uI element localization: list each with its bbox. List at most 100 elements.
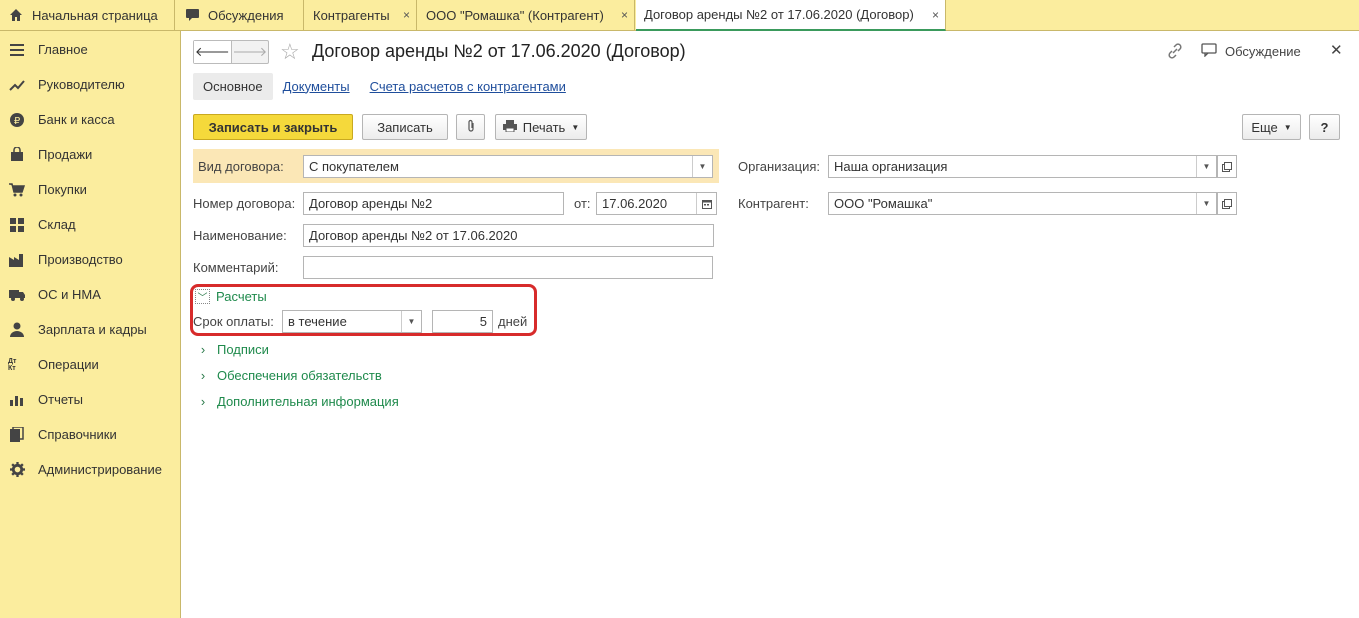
chevron-right-icon: › [200,394,206,409]
number-field[interactable]: Договор аренды №2 [303,192,564,215]
chat-icon [1201,43,1217,60]
organization-value: Наша организация [834,159,948,174]
ruble-icon: ₽ [8,111,26,129]
back-button[interactable]: 🡐 [194,41,232,63]
tab-label: Контрагенты [313,7,390,23]
chevron-down-icon: ▼ [571,122,580,132]
sidebar-item-label: Зарплата и кадры [38,322,147,337]
close-icon[interactable]: × [403,8,410,22]
close-icon[interactable]: ✕ [1330,41,1343,59]
tab-label: ООО "Ромашка" (Контрагент) [426,7,604,23]
chevron-right-icon: › [200,368,206,383]
chevron-down-icon[interactable]: ▼ [692,156,712,177]
contract-type-label: Вид договора: [198,159,284,174]
group-label: Расчеты [216,289,267,304]
arrow-right-icon: 🡒 [232,44,268,59]
open-icon[interactable] [1217,155,1237,178]
group-label: Обеспечения обязательств [217,368,382,383]
sidebar-item-directories[interactable]: Справочники [0,417,180,452]
calendar-icon[interactable] [696,193,716,214]
sidebar-item-label: Операции [38,357,99,372]
tab-label: Обсуждения [208,7,284,23]
help-button[interactable]: ? [1309,114,1340,140]
tab-romashka[interactable]: ООО "Ромашка" (Контрагент) × [418,0,635,30]
page-title: Договор аренды №2 от 17.06.2020 (Договор… [312,41,686,61]
name-field[interactable]: Договор аренды №2 от 17.06.2020 [303,224,714,247]
sidebar-item-sales[interactable]: Продажи [0,137,180,172]
tab-discussions[interactable]: Обсуждения [176,0,304,30]
number-label: Номер договора: [193,196,296,211]
group-additional-info[interactable]: › Дополнительная информация [195,394,399,409]
term-mode-value: в течение [288,314,347,329]
sidebar-item-production[interactable]: Производство [0,242,180,277]
tab-home[interactable]: Начальная страница [0,0,175,30]
sidebar-item-bank[interactable]: ₽ Банк и касса [0,102,180,137]
chevron-down-icon[interactable]: ▼ [1196,156,1216,177]
chat-icon [184,7,200,23]
link-icon[interactable] [1167,43,1183,62]
counterparty-value: ООО "Ромашка" [834,196,933,211]
discuss-label: Обсуждение [1225,44,1301,59]
sidebar-item-main[interactable]: Главное [0,32,180,67]
comment-label: Комментарий: [193,260,279,275]
save-button[interactable]: Записать [362,114,448,140]
counterparty-label: Контрагент: [738,196,809,211]
date-label: от: [574,196,591,211]
tab-main[interactable]: Основное [193,72,273,100]
close-icon[interactable]: × [621,8,628,22]
term-mode-field[interactable]: в течение ▼ [282,310,422,333]
sidebar-item-warehouse[interactable]: Склад [0,207,180,242]
date-value: 17.06.2020 [602,196,668,211]
star-icon[interactable]: ☆ [280,39,300,65]
comment-field[interactable] [303,256,713,279]
discuss-button[interactable]: Обсуждение [1201,43,1301,60]
organization-field[interactable]: Наша организация ▼ [828,155,1217,178]
sidebar-item-reports[interactable]: Отчеты [0,382,180,417]
counterparty-field[interactable]: ООО "Ромашка" ▼ [828,192,1217,215]
sidebar-item-salary[interactable]: Зарплата и кадры [0,312,180,347]
truck-icon [8,286,26,304]
sidebar-item-label: Склад [38,217,76,232]
forward-button[interactable]: 🡒 [232,41,269,63]
main-content: 🡐 🡒 ☆ Договор аренды №2 от 17.06.2020 (Д… [181,31,1359,618]
tab-accounts[interactable]: Счета расчетов с контрагентами [370,79,566,94]
chevron-down-icon[interactable]: ▼ [1196,193,1216,214]
tab-label: Начальная страница [32,7,158,23]
tab-counterparties[interactable]: Контрагенты × [305,0,417,30]
bag-icon [8,146,26,164]
group-signatures[interactable]: › Подписи [195,342,269,357]
group-settlements[interactable]: ﹀ Расчеты [195,289,267,304]
sidebar-item-fixed-assets[interactable]: ОС и НМА [0,277,180,312]
chevron-right-icon: › [200,342,206,357]
name-value: Договор аренды №2 от 17.06.2020 [309,228,518,243]
nav-buttons: 🡐 🡒 [193,40,269,64]
print-button[interactable]: Печать ▼ [495,114,587,140]
sidebar-item-label: ОС и НМА [38,287,101,302]
save-close-button[interactable]: Записать и закрыть [193,114,353,140]
sidebar-item-label: Отчеты [38,392,83,407]
contract-type-field[interactable]: С покупателем ▼ [303,155,713,178]
chevron-down-icon[interactable]: ▼ [401,311,421,332]
sidebar-item-label: Справочники [38,427,117,442]
sidebar-item-manager[interactable]: Руководителю [0,67,180,102]
person-icon [8,321,26,339]
sidebar-item-label: Покупки [38,182,87,197]
gear-icon [8,461,26,479]
more-button[interactable]: Еще ▼ [1242,114,1301,140]
tab-documents[interactable]: Документы [283,79,350,94]
sidebar-item-admin[interactable]: Администрирование [0,452,180,487]
date-field[interactable]: 17.06.2020 [596,192,717,215]
term-days-field[interactable]: 5 [432,310,493,333]
attach-button[interactable] [456,114,485,140]
sidebar-item-operations[interactable]: Дт Кт Операции [0,347,180,382]
dt-kt-icon: Дт Кт [8,357,17,372]
close-icon[interactable]: × [932,8,939,22]
more-label: Еще [1251,119,1278,135]
sidebar-item-label: Банк и касса [38,112,115,127]
term-days-value: 5 [479,314,487,329]
chevron-down-icon: ▼ [1283,122,1292,132]
group-obligations[interactable]: › Обеспечения обязательств [195,368,382,383]
sidebar-item-purchases[interactable]: Покупки [0,172,180,207]
tab-contract[interactable]: Договор аренды №2 от 17.06.2020 (Договор… [636,0,946,31]
open-icon[interactable] [1217,192,1237,215]
